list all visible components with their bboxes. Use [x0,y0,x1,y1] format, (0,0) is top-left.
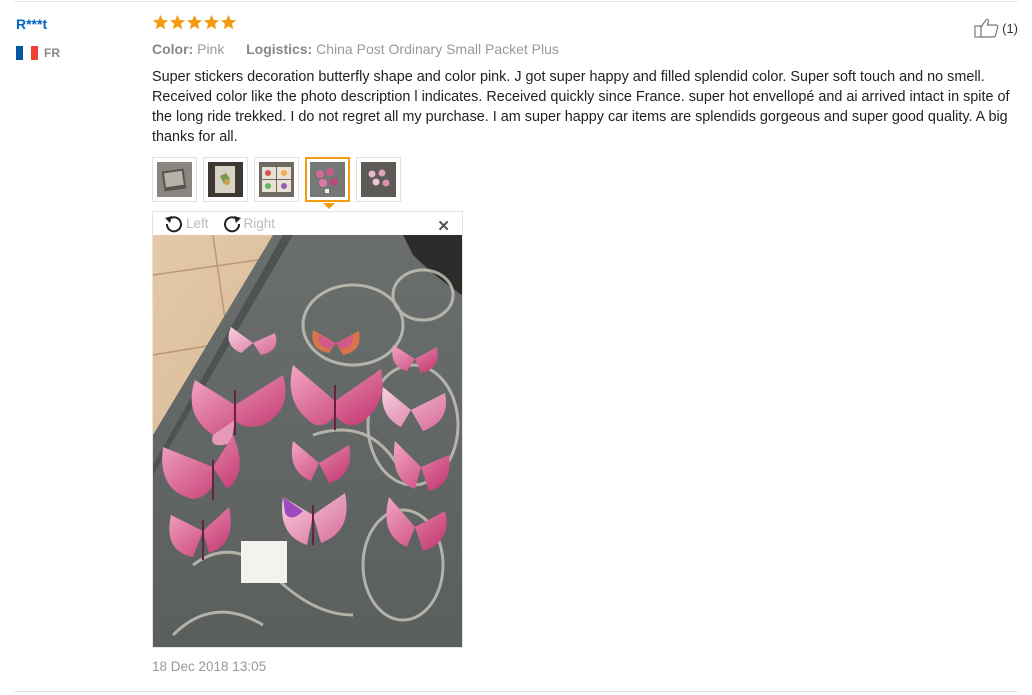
rotate-left-button[interactable]: Left [163,214,209,234]
rotate-left-label: Left [186,216,209,231]
thumbs-up-icon [974,18,999,38]
star-icon [186,14,203,30]
country-code: FR [44,46,60,60]
close-icon[interactable]: ✕ [437,217,450,235]
reviewer-name[interactable]: R***t [16,16,47,32]
star-icon [169,14,186,30]
review-photo-strip [152,157,401,202]
star-rating [152,14,237,31]
star-icon [203,14,220,30]
rotate-right-icon [223,215,241,232]
logistics-value: China Post Ordinary Small Packet Plus [316,41,559,57]
review-photo-thumb-2[interactable] [203,157,248,202]
review-photo-large [153,235,462,647]
rotate-right-button[interactable]: Right [221,214,276,234]
rotate-right-label: Right [243,216,276,231]
review-photo-thumb-1[interactable] [152,157,197,202]
review-photo-thumb-4[interactable] [305,157,350,202]
review-body: Super stickers decoration butterfly shap… [152,69,1010,145]
review-photo-3 [259,162,294,197]
review-date: 18 Dec 2018 13:05 [152,659,267,674]
review-photo-2 [208,162,243,197]
review-photo-thumb-3[interactable] [254,157,299,202]
review-photo-thumb-5[interactable] [356,157,401,202]
top-divider [14,1,1018,2]
star-icon [152,14,169,30]
bottom-divider [14,691,1018,692]
active-thumb-caret [323,203,335,209]
viewer-toolbar: Left Right ✕ [153,212,462,235]
helpful-count: (1) [1002,20,1018,36]
color-value: Pink [197,41,225,57]
review-photo-5 [361,162,396,197]
logistics-label: Logistics: [246,41,313,57]
france-flag-icon [16,46,38,60]
color-label: Color: [152,41,194,57]
photo-viewer: Left Right ✕ [152,211,463,648]
star-icon [220,14,237,30]
review-meta: Color: Pink Logistics: China Post Ordina… [152,41,559,57]
review-photo-1 [157,162,192,197]
rotate-left-icon [165,215,182,232]
reviewer-country: FR [16,46,60,60]
review-photo-4 [310,162,345,197]
helpful-button[interactable]: (1) [974,17,1018,39]
